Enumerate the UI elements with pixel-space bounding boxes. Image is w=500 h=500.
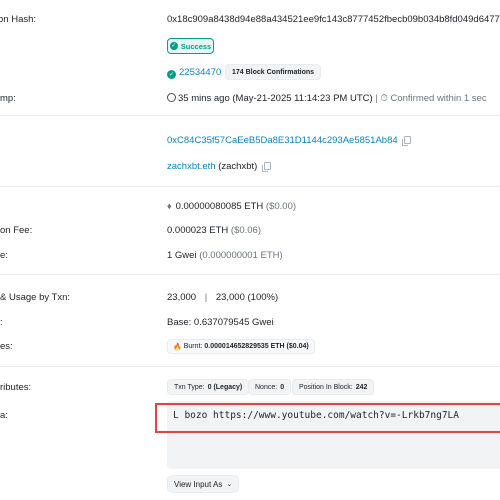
- section-divider: [0, 274, 500, 275]
- gas-price-eth: (0.000000001 ETH): [199, 250, 283, 261]
- block-confirmations-text: 174 Block Confirmations: [232, 68, 315, 76]
- ethereum-icon: ♦: [167, 201, 172, 211]
- nonce-chip: Nonce: 0: [248, 379, 292, 395]
- gas-usage-value: 23,000 (100%): [215, 292, 279, 303]
- section-divider: [0, 366, 500, 367]
- nonce-value: 0: [280, 383, 285, 391]
- gas-fees-label: :: [0, 317, 3, 328]
- gas-price-row: 1 Gwei (0.000000001 ETH): [167, 250, 283, 261]
- gas-price-gwei: 1 Gwei: [167, 250, 197, 261]
- section-divider: [0, 115, 500, 116]
- block-confirmations-badge: 174 Block Confirmations: [225, 64, 322, 80]
- gas-limit-value: 23,000: [167, 292, 197, 303]
- fire-icon: 🔥: [173, 343, 182, 351]
- attributes-label: ributes:: [0, 382, 32, 393]
- from-row: 0xC84C35f57CaEeB5Da8E31D1144c293Ae5851Ab…: [167, 135, 412, 146]
- burnt-fees-amount: 0.000014652829535 ETH ($0.04): [204, 343, 309, 350]
- tx-hash-label: on Hash:: [0, 14, 37, 25]
- check-circle-icon: ✓: [167, 70, 176, 79]
- txn-fee-usd: ($0.06): [230, 225, 262, 236]
- section-divider: [0, 186, 500, 187]
- value-usd: ($0.00): [265, 201, 297, 212]
- gas-limit-separator: |: [204, 292, 208, 303]
- copy-icon[interactable]: [261, 162, 271, 172]
- burnt-fees-label: es:: [0, 341, 13, 352]
- block-number-link[interactable]: 22534470: [179, 67, 221, 78]
- txn-type-value: 0 (Legacy): [207, 383, 243, 391]
- chevron-down-icon: ⌄: [226, 481, 233, 488]
- block-row: ✓ 22534470: [167, 67, 221, 79]
- timestamp-label: mp:: [0, 93, 16, 104]
- clock-icon: [167, 93, 176, 102]
- check-circle-icon: ✓: [169, 42, 178, 50]
- view-input-as-label: View Input As: [174, 479, 223, 489]
- status-badge-text: Success: [180, 41, 212, 51]
- to-alias: (zachxbt): [218, 161, 258, 172]
- txn-fee-row: 0.000023 ETH ($0.06): [167, 225, 261, 236]
- to-name-link[interactable]: zachxbt.eth: [167, 161, 216, 172]
- burnt-fees-badge: 🔥 Burnt: 0.000014652829535 ETH ($0.04): [167, 339, 315, 354]
- timestamp-separator: |: [375, 93, 378, 104]
- txn-type-label: Txn Type:: [174, 383, 205, 391]
- gas-price-label: e:: [0, 250, 8, 261]
- base-fee-value: Base: 0.637079545 Gwei: [167, 317, 274, 328]
- to-row: zachxbt.eth (zachxbt): [167, 161, 271, 172]
- txn-fee-amount: 0.000023 ETH: [167, 225, 229, 236]
- burnt-fees-prefix: Burnt:: [183, 343, 203, 350]
- txn-fee-label: on Fee:: [0, 225, 33, 236]
- tx-hash-value[interactable]: 0x18c909a8438d94e88a434521ee9fc143c87774…: [167, 14, 500, 25]
- timestamp-value: 35 mins ago (May-21-2025 11:14:23 PM UTC…: [178, 93, 373, 104]
- position-chip: Position In Block: 242: [292, 379, 375, 395]
- gas-limit-row: 23,000 | 23,000 (100%): [167, 292, 278, 303]
- view-input-as-button[interactable]: View Input As ⌄: [167, 475, 240, 493]
- value-row: ♦ 0.00000080085 ETH ($0.00): [167, 201, 296, 212]
- position-value: 242: [355, 383, 368, 391]
- status-badge: ✓ Success: [167, 38, 214, 54]
- input-data-label: a:: [0, 410, 8, 421]
- highlight-box: [155, 403, 500, 433]
- copy-icon[interactable]: [402, 136, 412, 146]
- from-address-link[interactable]: 0xC84C35f57CaEeB5Da8E31D1144c293Ae5851Ab…: [167, 135, 398, 146]
- confirmed-within: Confirmed within 1 sec: [390, 93, 487, 104]
- value-amount: 0.00000080085 ETH: [175, 201, 264, 212]
- timestamp-row: 35 mins ago (May-21-2025 11:14:23 PM UTC…: [167, 93, 487, 104]
- nonce-label: Nonce:: [255, 383, 278, 391]
- gas-limit-label: & Usage by Txn:: [0, 292, 71, 303]
- stopwatch-icon: ⏱: [380, 93, 388, 104]
- position-label: Position In Block:: [299, 383, 353, 391]
- txn-type-chip: Txn Type: 0 (Legacy): [167, 379, 250, 395]
